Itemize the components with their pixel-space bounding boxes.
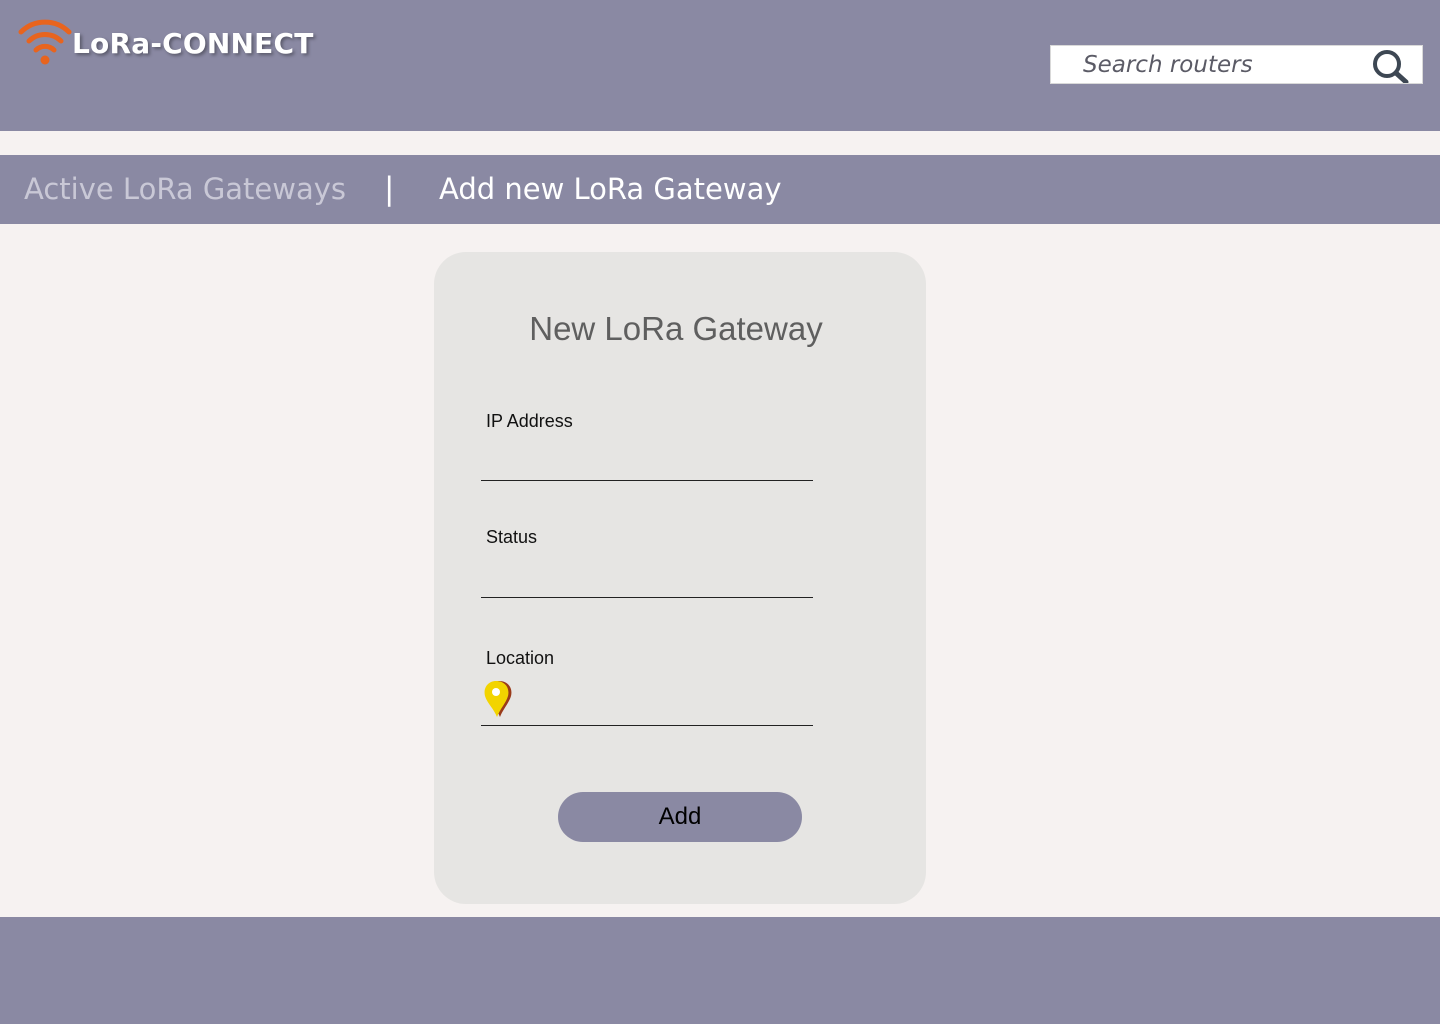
add-button[interactable]: Add bbox=[558, 792, 802, 842]
wifi-icon bbox=[18, 19, 72, 65]
new-gateway-form: New LoRa Gateway IP Address Status Locat… bbox=[434, 252, 926, 904]
search-icon[interactable] bbox=[1370, 49, 1410, 83]
app-logo[interactable]: LoRa-CONNECT bbox=[18, 18, 314, 68]
top-header: LoRa-CONNECT bbox=[0, 0, 1440, 131]
tab-add-gateway[interactable]: Add new LoRa Gateway bbox=[439, 155, 782, 224]
location-underline bbox=[481, 725, 813, 726]
form-title: New LoRa Gateway bbox=[529, 310, 823, 347]
ip-address-input[interactable] bbox=[481, 446, 813, 480]
ip-address-underline bbox=[481, 480, 813, 481]
status-label: Status bbox=[486, 527, 538, 547]
search-box bbox=[1050, 45, 1423, 84]
tab-separator: | bbox=[384, 171, 395, 207]
status-underline bbox=[481, 597, 813, 598]
location-input[interactable] bbox=[481, 690, 813, 724]
status-input[interactable] bbox=[481, 562, 813, 596]
tab-bar: Active LoRa Gateways | Add new LoRa Gate… bbox=[0, 155, 1440, 224]
tab-active-gateways[interactable]: Active LoRa Gateways bbox=[24, 155, 346, 224]
ip-address-label: IP Address bbox=[486, 411, 573, 431]
location-label: Location bbox=[486, 648, 555, 668]
page-footer bbox=[0, 917, 1440, 1024]
app-name: LoRa-CONNECT bbox=[72, 26, 314, 60]
search-input[interactable] bbox=[1051, 46, 1361, 83]
